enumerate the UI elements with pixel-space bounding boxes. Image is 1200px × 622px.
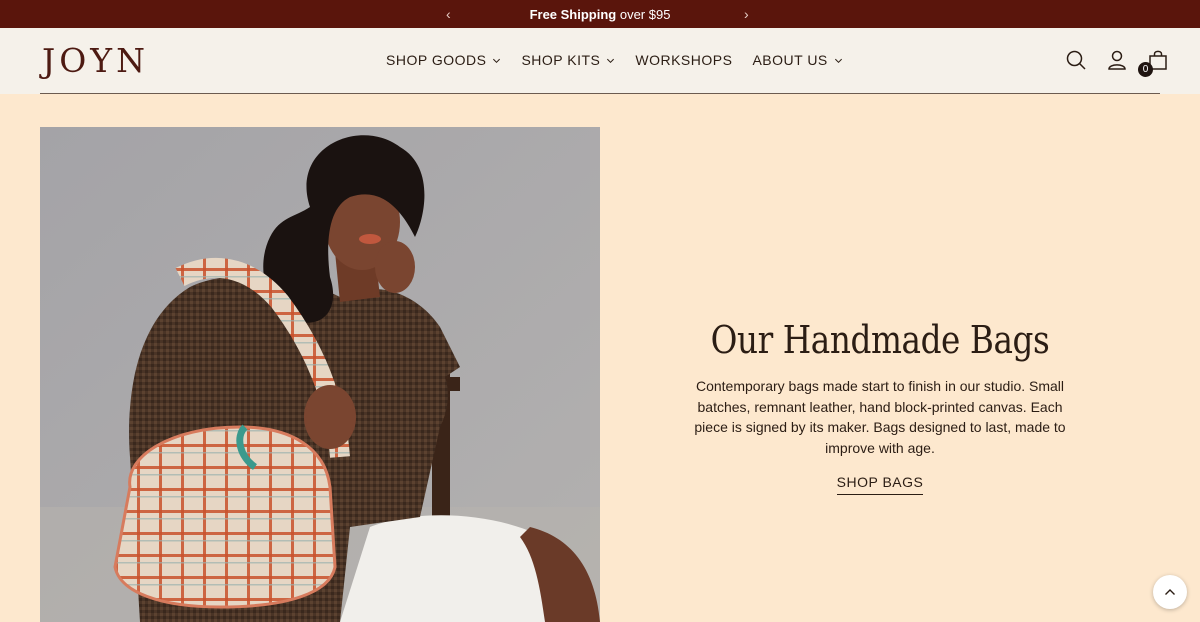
nav-shop-goods-label: SHOP GOODS — [386, 52, 487, 68]
chevron-up-icon — [1165, 589, 1175, 595]
site-header: JOYN SHOP GOODS SHOP KITS WORKSHOPS ABOU… — [0, 28, 1200, 94]
chevron-down-icon — [834, 58, 842, 63]
nav-shop-kits-label: SHOP KITS — [521, 52, 601, 68]
header-divider — [40, 93, 1160, 94]
main-nav: SHOP GOODS SHOP KITS WORKSHOPS ABOUT US — [386, 52, 843, 68]
hero-content: Our Handmade Bags Contemporary bags made… — [680, 312, 1080, 495]
announcement-rest-text: over $95 — [616, 7, 671, 22]
announcement-bold-text: Free Shipping — [529, 7, 617, 22]
nav-about-us[interactable]: ABOUT US — [752, 52, 842, 68]
announcement-message: Free Shipping over $95 — [0, 7, 1200, 22]
chevron-down-icon — [493, 58, 501, 63]
nav-shop-goods[interactable]: SHOP GOODS — [386, 52, 501, 68]
model-with-plaid-bag-photo — [40, 127, 600, 622]
bag-icon[interactable]: 0 — [1138, 48, 1170, 77]
site-logo[interactable]: JOYN — [42, 42, 149, 80]
search-icon[interactable] — [1064, 48, 1088, 72]
header-icons: 0 — [1064, 48, 1170, 77]
announcement-next-arrow[interactable]: › — [744, 5, 749, 23]
announcement-bar: ‹ Free Shipping over $95 › — [0, 0, 1200, 28]
hero-title: Our Handmade Bags — [710, 318, 1050, 362]
shop-bags-link[interactable]: SHOP BAGS — [836, 474, 924, 495]
nav-workshops[interactable]: WORKSHOPS — [635, 52, 732, 68]
nav-about-us-label: ABOUT US — [752, 52, 828, 68]
chevron-down-icon — [607, 58, 615, 63]
hero-image — [40, 127, 600, 622]
nav-workshops-label: WORKSHOPS — [635, 52, 733, 68]
hero-description: Contemporary bags made start to finish i… — [694, 378, 1066, 456]
scroll-to-top-button[interactable] — [1153, 575, 1187, 609]
nav-shop-kits[interactable]: SHOP KITS — [521, 52, 615, 68]
cart-count-badge: 0 — [1138, 62, 1153, 77]
account-icon[interactable] — [1105, 48, 1129, 72]
